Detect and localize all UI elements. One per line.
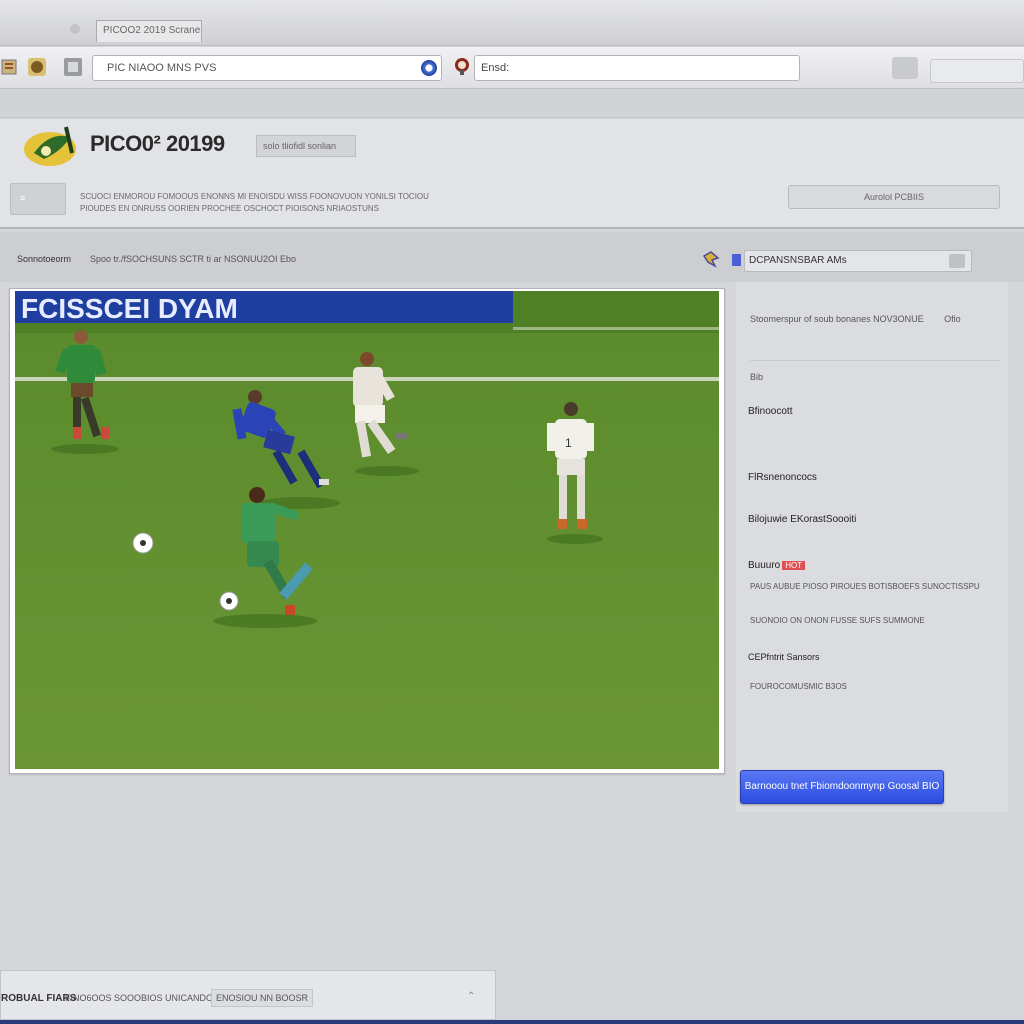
search-input[interactable]: Ensd: [474, 55, 800, 81]
breadcrumb[interactable]: Spoo tr./fSOCHSUNS SCTR ti ar NSONUU2OI … [90, 254, 296, 264]
title-tag[interactable]: solo tliofidl sonlian [256, 135, 356, 157]
video-frame-image[interactable]: FCISSCEI DYAM 1 [15, 291, 719, 769]
header-action-button[interactable]: Aurolol PCBIIS [788, 185, 1000, 209]
site-header: PICO0² 20199 solo tliofidl sonlian ≡ SCU… [0, 119, 1024, 229]
sidebar-label-a: Bib [750, 372, 764, 382]
header-description-line2: PIOUDES EN ONRUSS OORIEN PROCHEE OSCHOCT… [80, 204, 380, 213]
window-titlebar: PICOO2 2019 Scrane [0, 0, 1024, 46]
video-info-sidebar: Stoomerspur of soub bonanes NOV3ONUE Ofi… [736, 282, 1008, 812]
back-dot-icon[interactable] [70, 24, 80, 34]
address-text: PIC NIAOO MNS PVS [107, 62, 217, 74]
sidebar-label-e[interactable]: Buuuro [748, 560, 780, 571]
star-icon[interactable] [702, 250, 720, 268]
header-description-line1: SCUOCI ENMOROU FOMOOUS ENONNS MI ENOISDU… [80, 192, 429, 201]
site-logo-icon[interactable] [22, 123, 80, 169]
toolbar-extra-field[interactable] [930, 59, 1024, 83]
stadium-banner: FCISSCEI DYAM [15, 291, 513, 324]
sidebar-line-f: PAUS AUBUE PIOSO PIROUES BOTISBOEFS SUNO… [750, 582, 980, 591]
browser-toolbar: PIC NIAOO MNS PVS Ensd: [0, 47, 1024, 89]
hot-badge: HOT [782, 561, 806, 570]
sidebar-summary-text: Stoomerspur of soub bonanes NOV3ONUE [750, 314, 924, 324]
browser-tab[interactable]: PICOO2 2019 Scrane [96, 20, 202, 42]
svg-text:1: 1 [565, 436, 572, 450]
site-title: PICO0² 20199 [90, 131, 225, 156]
site-search-input[interactable]: DCPANSNSBAR AMs [744, 250, 972, 272]
sidebar-summary: Stoomerspur of soub bonanes NOV3ONUE Ofi… [750, 314, 961, 324]
go-icon[interactable] [421, 60, 437, 76]
bookmarks-bar [0, 90, 1024, 118]
extension-icon[interactable] [0, 56, 22, 78]
header-thumbnail[interactable]: ≡ [10, 183, 66, 215]
sidebar-line-g: SUONOIO ON ONON FUSSE SUFS SUMMONE [750, 616, 925, 625]
soccer-ball-1 [132, 532, 154, 554]
video-player[interactable]: FCISSCEI DYAM 1 [9, 288, 725, 774]
sidebar-label-d[interactable]: Bilojuwie EKorastSoooiti [748, 514, 856, 525]
club-crest-icon[interactable] [26, 56, 48, 78]
bookmark-icon[interactable] [732, 254, 741, 266]
nav-section-label[interactable]: Sonnotoeorm [17, 254, 71, 264]
match-scene: FCISSCEI DYAM 1 [15, 291, 719, 769]
sidebar-label-e-row: Buuuro HOT [748, 560, 806, 571]
sidebar-label-b[interactable]: Bfinoocott [748, 406, 792, 417]
sidebar-line-i: FOUROCOMUSMIC B3OS [750, 682, 847, 691]
sidebar-divider [750, 360, 1000, 361]
search-label: Ensd: [481, 62, 510, 74]
soccer-ball-2 [219, 591, 239, 611]
address-bar[interactable]: PIC NIAOO MNS PVS [92, 55, 442, 81]
site-search-text: DCPANSNSBAR AMs [749, 255, 847, 266]
mascot-icon[interactable] [452, 56, 472, 76]
header-description: SCUOCI ENMOROU FOMOOUS ENONNS MI ENOISDU… [80, 191, 440, 215]
status-bar: ROBUAL FIARS FINO6OOS SOOOBIOS UNICANDO … [0, 970, 496, 1020]
taskbar-edge [0, 1020, 1024, 1024]
menu-icon[interactable] [892, 57, 918, 79]
sidebar-label-h[interactable]: CEPfntrit Sansors [748, 652, 820, 662]
content-navbar: Sonnotoeorm Spoo tr./fSOCHSUNS SCTR ti a… [0, 232, 1024, 282]
banner-text: FCISSCEI DYAM [21, 293, 238, 324]
sidebar-label-c[interactable]: FlRsnenoncocs [748, 472, 817, 483]
status-chip[interactable]: ENOSIOU NN BOOSR [211, 989, 314, 1007]
sidebar-summary-tail: Ofio [944, 314, 961, 324]
scroll-up-icon[interactable]: ⌃ [467, 991, 475, 1002]
main-content: FCISSCEI DYAM 1 Stoomerspur of soub bona… [0, 282, 1024, 1024]
status-middle: FINO6OOS SOOOBIOS UNICANDO [65, 993, 214, 1003]
page-icon[interactable] [62, 56, 84, 78]
download-button[interactable]: Barnooou tnet Fbiomdoonmynp Goosal BIO [740, 770, 944, 804]
search-icon[interactable] [949, 254, 965, 268]
